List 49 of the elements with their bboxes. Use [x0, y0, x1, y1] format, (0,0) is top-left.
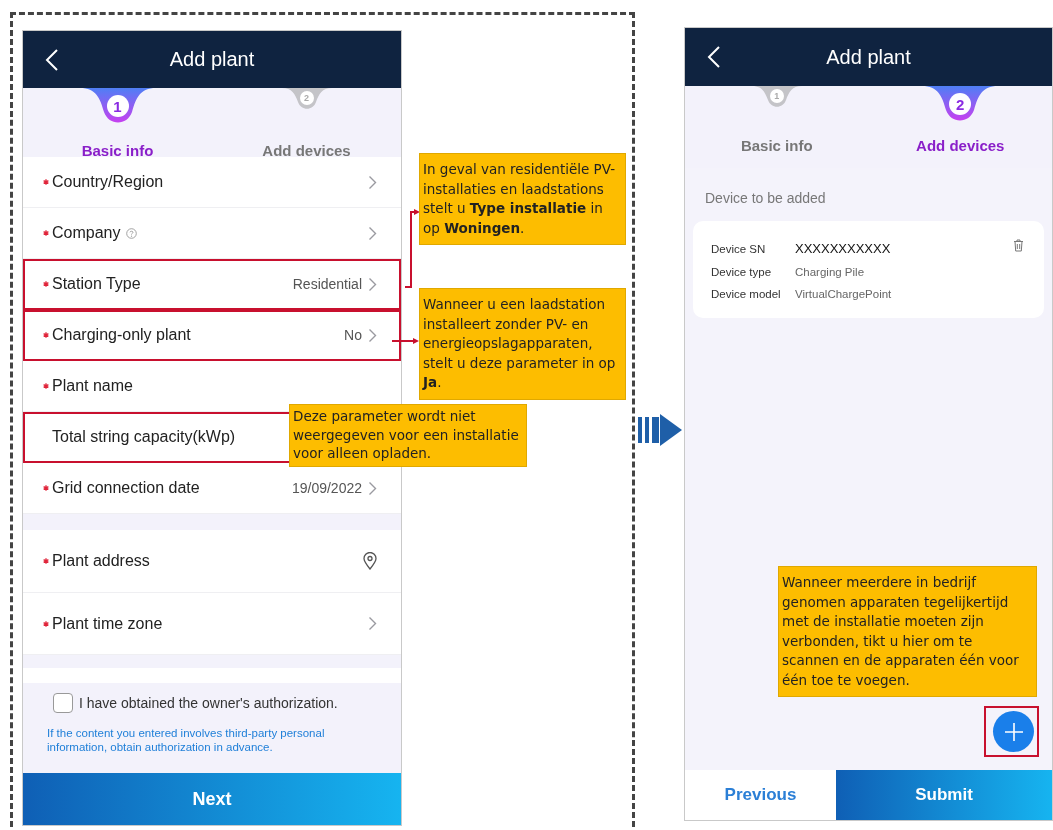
field-label: Plant time zone [52, 614, 163, 633]
chevron-right-icon [368, 328, 377, 343]
device-field-label: Device model [711, 287, 782, 302]
chevron-left-icon [707, 45, 721, 69]
field-label: Station Type [52, 275, 141, 294]
device-field-value: XXXXXXXXXXX [795, 240, 891, 258]
plus-icon [1003, 721, 1024, 742]
field-label: Grid connection date [52, 479, 200, 498]
screen-title: Add plant [825, 45, 912, 69]
callout-tooltip: Wanneer meerdere in bedrijf genomen apparaten tegelijkertijd met de installatie moeten zijn verbonden, tikt u hier om te scannen en de apparaten één voor één toe te voegen. [778, 566, 1037, 697]
device-field-label: Device SN [711, 242, 767, 257]
previous-button[interactable]: Previous [685, 770, 836, 820]
field-label: Country/Region [52, 173, 164, 192]
form-row[interactable]: Station Type Residential [23, 259, 401, 311]
add-button[interactable] [993, 711, 1034, 752]
checkbox[interactable] [53, 693, 73, 714]
step-tab[interactable]: 1 Basic info [685, 86, 869, 168]
right-arrow-icon [638, 414, 682, 446]
section-label: Device to be added [704, 189, 827, 208]
field-label: Charging-only plant [52, 326, 191, 345]
callout-tooltip: Wanneer u een laadstation installeert zonder PV- en energieopslagapparaten, stelt u deze parameter in op Ja. [419, 288, 626, 400]
callout-tooltip: In geval van residentiële PV-installaties en laadstations stelt u Type installatie in op Woningen. [419, 153, 626, 245]
screen-title: Add plant [168, 48, 256, 72]
privacy-notice: If the content you entered involves third-party personal information, obtain authorization in advance. [47, 726, 326, 755]
field-value: Residential [292, 276, 362, 293]
chevron-left-icon [45, 48, 59, 72]
chevron-right-icon [368, 175, 377, 190]
field-label: Total string capacity(kWp) [52, 428, 236, 447]
device-field-value: Charging Pile [795, 264, 865, 280]
location-pin-icon[interactable] [363, 552, 377, 571]
field-value: No [344, 327, 362, 344]
form-row[interactable]: Charging-only plant No [23, 310, 401, 362]
step-tab[interactable]: 2 Add devices [868, 86, 1052, 168]
trash-icon[interactable] [1013, 239, 1024, 252]
field-value: 19/09/2022 [291, 480, 362, 497]
chevron-right-icon [368, 481, 377, 496]
next-button[interactable]: Next [23, 773, 401, 825]
device-field-label: Device type [711, 264, 773, 280]
field-label: Plant address [52, 552, 150, 571]
leader-line [391, 338, 419, 344]
chevron-right-icon [368, 277, 377, 292]
checkbox-label: I have obtained the owner's authorization. [79, 695, 338, 712]
chevron-right-icon [368, 226, 377, 241]
submit-button[interactable]: Submit [836, 770, 1052, 820]
chevron-right-icon [368, 616, 377, 632]
field-label: Company [52, 224, 121, 243]
field-label: Plant name [52, 377, 133, 396]
callout-tooltip: Deze parameter wordt niet weergegeven voor een installatie voor alleen opladen. [289, 404, 527, 467]
device-field-value: VirtualChargePoint [795, 287, 892, 302]
